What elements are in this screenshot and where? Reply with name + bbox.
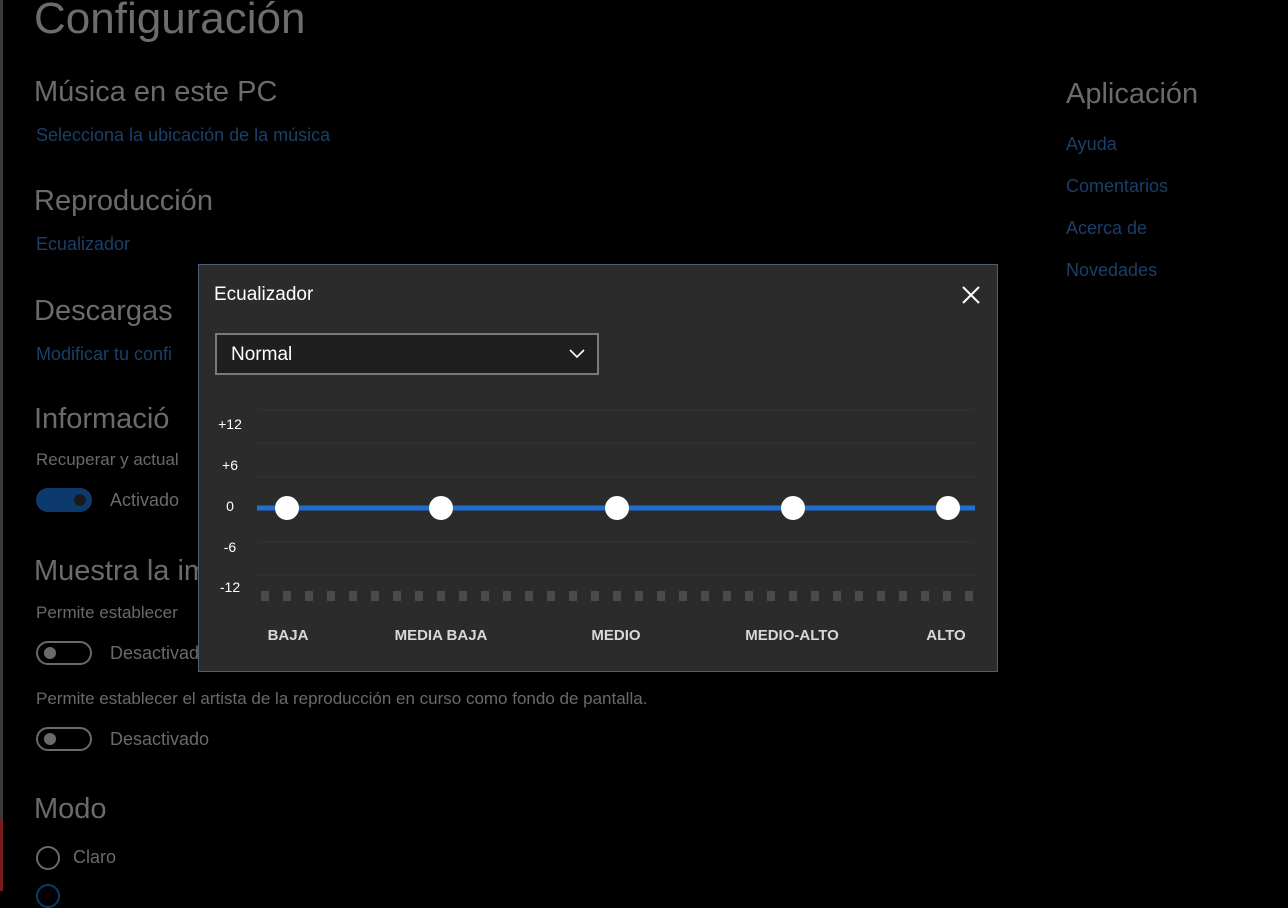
grid-dot	[811, 591, 819, 601]
window-left-edge	[0, 0, 3, 891]
grid-dot	[569, 591, 577, 601]
sidebar-link-feedback[interactable]: Comentarios	[1066, 176, 1168, 197]
toggle-knob	[44, 647, 56, 659]
grid-dot	[283, 591, 291, 601]
sidebar-link-help[interactable]: Ayuda	[1066, 134, 1117, 155]
info-description: Recuperar y actual	[36, 450, 179, 469]
band-label-media-baja: MEDIA BAJA	[394, 627, 488, 644]
downloads-heading: Descargas	[34, 295, 173, 327]
show-image-toggle-2-label: Desactivado	[110, 729, 210, 749]
mode-light-label: Claro	[73, 847, 117, 867]
grid-dot	[481, 591, 489, 601]
downloads-settings-link[interactable]: Modificar tu confi	[36, 344, 172, 365]
equalizer-dialog: Ecualizador Normal +12 +6 0 -6 -12 BAJA …	[198, 264, 998, 672]
grid-dot	[415, 591, 423, 601]
grid-dot	[965, 591, 973, 601]
grid-dot	[657, 591, 665, 601]
toggle-knob	[74, 494, 86, 506]
grid-dot	[503, 591, 511, 601]
grid-dot	[547, 591, 555, 601]
band-handle-medio-alto[interactable]	[781, 496, 805, 520]
band-handle-medio[interactable]	[605, 496, 629, 520]
grid-dot	[701, 591, 709, 601]
band-label-medio-alto: MEDIO-ALTO	[745, 627, 839, 644]
grid-dot	[525, 591, 533, 601]
sidebar-link-whats-new[interactable]: Novedades	[1066, 260, 1157, 281]
band-handle-media-baja[interactable]	[429, 496, 453, 520]
mode-dark-radio[interactable]	[36, 884, 60, 908]
grid-dot	[789, 591, 797, 601]
info-heading: Informació	[34, 403, 170, 435]
grid-dot	[833, 591, 841, 601]
grid-dot	[635, 591, 643, 601]
grid-dot	[261, 591, 269, 601]
grid-dot	[767, 591, 775, 601]
grid-dot	[613, 591, 621, 601]
music-heading: Música en este PC	[34, 76, 278, 108]
toggle-knob	[44, 733, 56, 745]
grid-dot	[305, 591, 313, 601]
music-location-link[interactable]: Selecciona la ubicación de la música	[36, 125, 330, 146]
grid-dot	[745, 591, 753, 601]
grid-dot	[899, 591, 907, 601]
grid-dot	[371, 591, 379, 601]
sidebar-heading: Aplicación	[1066, 78, 1199, 110]
show-image-heading: Muestra la im	[34, 555, 209, 587]
grid-dot	[723, 591, 731, 601]
grid-dot	[327, 591, 335, 601]
info-toggle-label: Activado	[110, 490, 180, 510]
show-image-toggle-1[interactable]	[36, 641, 92, 665]
grid-dot	[855, 591, 863, 601]
info-toggle[interactable]	[36, 488, 92, 512]
grid-dot	[393, 591, 401, 601]
sidebar-link-about[interactable]: Acerca de	[1066, 218, 1147, 239]
grid-dot	[349, 591, 357, 601]
band-label-alto: ALTO	[926, 627, 966, 644]
grid-dot	[459, 591, 467, 601]
playback-heading: Reproducción	[34, 185, 213, 217]
show-image-toggle-1-label: Desactivad	[110, 643, 200, 663]
band-handle-baja[interactable]	[275, 496, 299, 520]
grid-dot	[943, 591, 951, 601]
show-image-description-2: Permite establecer el artista de la repr…	[36, 689, 648, 708]
show-image-toggle-2[interactable]	[36, 727, 92, 751]
grid-dot	[877, 591, 885, 601]
mode-heading: Modo	[34, 793, 107, 825]
page-title: Configuración	[34, 0, 306, 43]
show-image-description-1: Permite establecer	[36, 603, 178, 622]
equalizer-graph	[257, 409, 975, 601]
grid-dot	[437, 591, 445, 601]
grid-dot	[679, 591, 687, 601]
grid-dot	[591, 591, 599, 601]
mode-light-radio[interactable]	[36, 846, 60, 870]
band-label-medio: MEDIO	[591, 627, 641, 644]
window-left-edge-accent	[0, 820, 3, 891]
equalizer-link[interactable]: Ecualizador	[36, 234, 130, 255]
band-label-baja: BAJA	[267, 627, 309, 644]
grid-dot	[921, 591, 929, 601]
band-handle-alto[interactable]	[936, 496, 960, 520]
